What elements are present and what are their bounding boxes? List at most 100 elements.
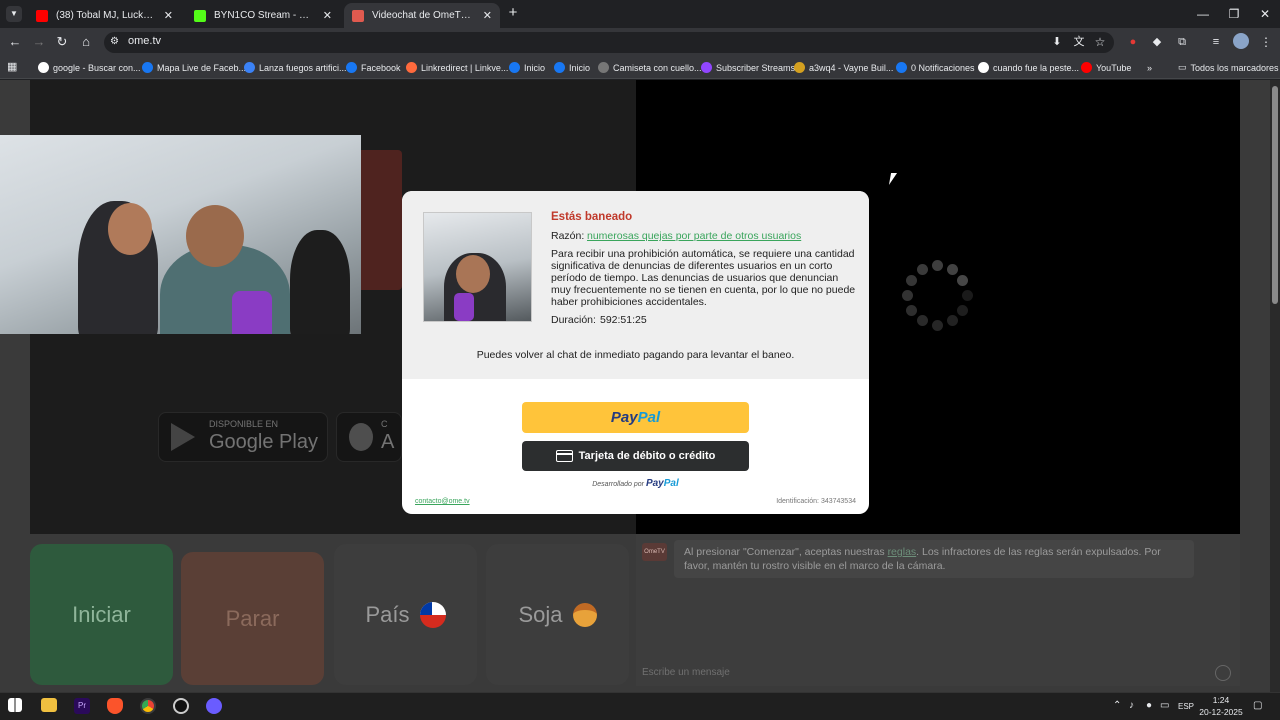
facebook-icon <box>896 62 907 73</box>
bookmark-item[interactable]: Facebook <box>346 60 401 75</box>
translate-icon[interactable]: 文 <box>1070 33 1088 51</box>
tab-title: (38) Tobal MJ, Lucky Brown - Ti <box>56 10 158 21</box>
contact-email-link[interactable]: contacto@ome.tv <box>415 498 470 505</box>
bookmark-label: Lanza fuegos artifici... <box>259 62 347 73</box>
bookmark-label: Mapa Live de Faceb... <box>157 62 247 73</box>
microphone-icon[interactable]: ● <box>1146 700 1152 711</box>
install-app-icon[interactable]: ⬇ <box>1048 33 1066 51</box>
windows-start-icon[interactable] <box>8 698 22 712</box>
close-tab-icon[interactable]: ✕ <box>483 9 492 22</box>
file-explorer-icon[interactable] <box>41 698 57 712</box>
bookmark-item[interactable]: YouTube <box>1081 60 1131 75</box>
system-clock[interactable]: 1:24 20-12-2025 <box>1196 694 1246 718</box>
obs-studio-icon[interactable] <box>173 698 189 714</box>
country-selector[interactable]: País <box>334 544 477 685</box>
new-tab-button[interactable]: + <box>505 5 521 21</box>
url-text[interactable]: ome.tv <box>128 35 161 47</box>
paypal-button[interactable]: PayPal <box>522 402 749 433</box>
scrollbar-thumb[interactable] <box>1272 86 1278 304</box>
close-tab-icon[interactable]: ✕ <box>164 9 173 22</box>
powered-by-paypal: Desarrollado por PayPal <box>402 478 869 489</box>
powered-by-label: Desarrollado por <box>592 481 644 488</box>
extension-shield-icon[interactable]: ◆ <box>1148 33 1166 51</box>
bookmark-item[interactable]: Inicio <box>509 60 545 75</box>
chat-input[interactable]: Escribe un mensaje <box>642 667 730 678</box>
volume-icon[interactable]: ♪ <box>1129 700 1134 711</box>
back-arrow-icon[interactable]: ← <box>6 33 24 51</box>
more-bookmarks-icon[interactable]: » <box>1147 60 1152 75</box>
bookmark-item[interactable]: 0 Notificaciones <box>896 60 975 75</box>
close-tab-icon[interactable]: ✕ <box>323 9 332 22</box>
bookmark-item[interactable]: Lanza fuegos artifici... <box>244 60 347 75</box>
network-icon[interactable]: ▭ <box>1160 700 1169 711</box>
youtube-favicon-icon <box>36 9 48 22</box>
webcam-microphone <box>232 291 272 334</box>
start-button[interactable]: Iniciar <box>30 544 173 685</box>
reason-link[interactable]: numerosas quejas por parte de otros usua… <box>587 230 801 242</box>
facebook-icon <box>142 62 153 73</box>
profile-avatar-icon[interactable] <box>1233 33 1249 49</box>
bookmark-item[interactable]: Camiseta con cuello... <box>598 60 702 75</box>
brave-browser-icon[interactable] <box>107 698 123 714</box>
premiere-pro-icon[interactable]: Pr <box>74 698 90 714</box>
tab-youtube[interactable]: (38) Tobal MJ, Lucky Brown - Ti ✕ <box>28 3 181 28</box>
google-icon <box>978 62 989 73</box>
facebook-icon <box>554 62 565 73</box>
rules-link[interactable]: reglas <box>888 546 917 558</box>
bookmark-label: Facebook <box>361 62 401 73</box>
card-payment-button[interactable]: Tarjeta de débito o crédito <box>522 441 749 471</box>
google-play-badge[interactable]: DISPONIBLE EN Google Play <box>158 412 328 462</box>
bookmark-item[interactable]: Inicio <box>554 60 590 75</box>
exp-icon <box>598 62 609 73</box>
spinner-dot <box>961 289 973 301</box>
tab-kick[interactable]: BYN1CO Stream - Watch Live o ✕ <box>186 3 340 28</box>
gender-label: Soja <box>518 601 563 627</box>
forward-arrow-icon[interactable]: → <box>30 33 48 51</box>
tab-ometv[interactable]: Videochat de OmeTV: una alte ✕ <box>344 3 500 28</box>
language-indicator[interactable]: ESP <box>1178 702 1194 711</box>
spinner-dot <box>916 263 928 275</box>
bookmark-item[interactable]: google - Buscar con... <box>38 60 141 75</box>
bookmark-item[interactable]: Linkredirect | Linkve... <box>406 60 508 75</box>
tray-overflow-icon[interactable]: ⌃ <box>1113 700 1121 711</box>
all-bookmarks-label: Todos los marcadores <box>1190 62 1279 73</box>
bookmark-item[interactable]: Subscriber Streams <box>701 60 795 75</box>
home-icon[interactable]: ⌂ <box>77 33 95 51</box>
emoji-icon[interactable] <box>1215 665 1231 681</box>
app-store-badge[interactable]: C A <box>336 412 402 462</box>
notifications-icon[interactable]: ▢ <box>1253 700 1262 711</box>
streaming-app-icon[interactable] <box>206 698 222 714</box>
bookmark-item[interactable]: cuando fue la peste... <box>978 60 1079 75</box>
site-info-icon[interactable]: ⚙ <box>110 36 119 47</box>
bookmark-item[interactable]: Mapa Live de Faceb... <box>142 60 246 75</box>
bookmark-label: a3wq4 - Vayne Buil... <box>809 62 894 73</box>
all-bookmarks-folder[interactable]: ▭ Todos los marcadores <box>1178 60 1279 75</box>
bookmark-label: YouTube <box>1096 62 1132 73</box>
stop-label: Parar <box>225 605 280 631</box>
minimize-button[interactable]: — <box>1188 4 1218 24</box>
apps-grid-icon[interactable]: ▦ <box>7 61 19 73</box>
bookmark-star-icon[interactable]: ☆ <box>1091 33 1109 51</box>
address-bar[interactable] <box>104 32 1114 53</box>
menu-kebab-icon[interactable]: ⋮ <box>1257 33 1275 51</box>
chrome-browser-icon[interactable] <box>140 698 156 714</box>
twitch-icon <box>701 62 712 73</box>
bookmark-label: google - Buscar con... <box>53 62 141 73</box>
facebook-icon <box>509 62 520 73</box>
close-window-button[interactable]: ✕ <box>1250 4 1280 24</box>
reload-icon[interactable]: ↻ <box>53 33 71 51</box>
gender-selector[interactable]: Soja <box>486 544 629 685</box>
linkvertise-icon <box>406 62 417 73</box>
bookmark-item[interactable]: a3wq4 - Vayne Buil... <box>794 60 893 75</box>
ban-title: Estás baneado <box>551 211 633 223</box>
stop-button[interactable]: Parar <box>181 552 324 685</box>
spinner-dot <box>916 315 928 327</box>
media-queue-icon[interactable]: ≡ <box>1207 33 1225 51</box>
extensions-puzzle-icon[interactable]: ⧉ <box>1173 33 1191 51</box>
bookmark-label: Inicio <box>569 62 591 73</box>
spinner-dot <box>957 274 969 286</box>
tab-list-dropdown-icon[interactable]: ▼ <box>6 6 22 22</box>
loading-spinner-icon <box>900 258 974 332</box>
restore-button[interactable]: ❐ <box>1219 4 1249 24</box>
extension-red-icon[interactable]: ● <box>1124 33 1142 51</box>
